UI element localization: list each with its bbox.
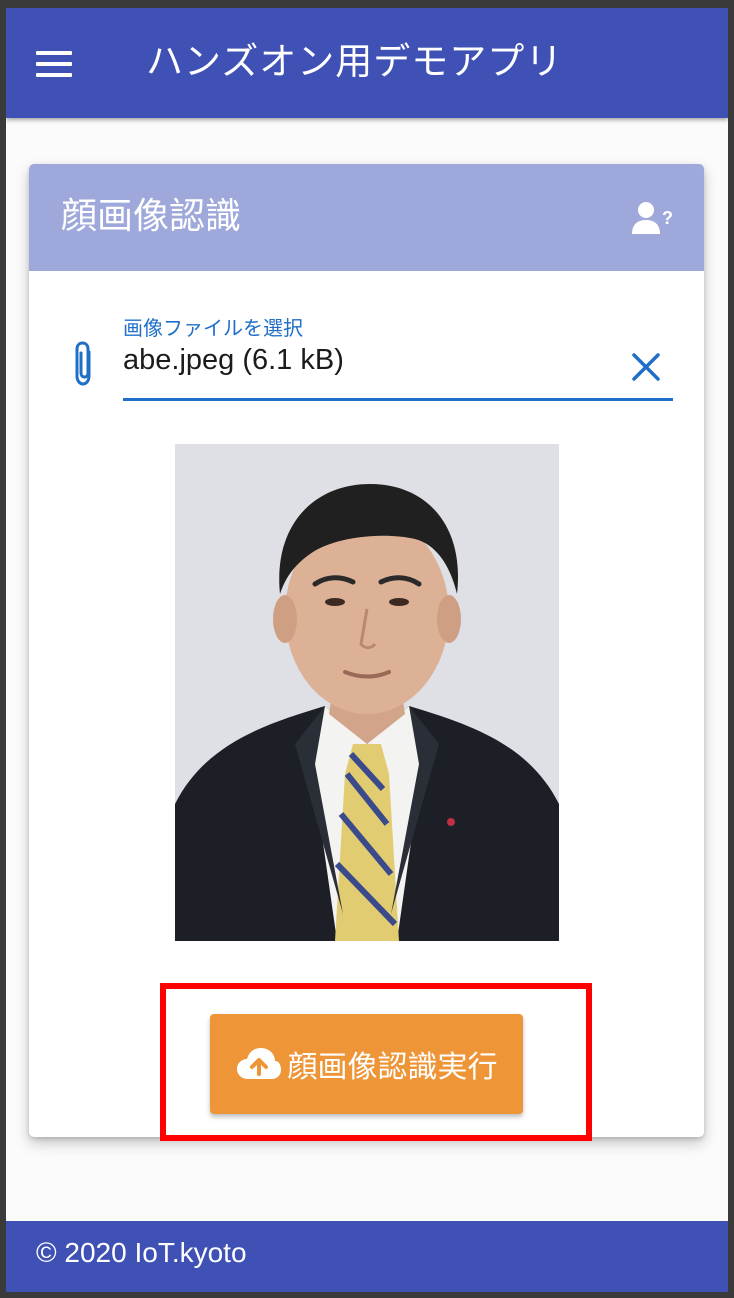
app-frame: ハンズオン用デモアプリ 顔画像認識 ? 画像ファイルを選択 abe.jpeg (… [6,8,728,1292]
paperclip-icon[interactable] [69,340,99,388]
file-input-value[interactable]: abe.jpeg (6.1 kB) [123,344,344,377]
footer: © 2020 IoT.kyoto [6,1221,728,1292]
menu-icon[interactable] [36,46,80,82]
file-input-underline [123,398,673,401]
cloud-upload-icon [236,1048,281,1079]
file-input-field[interactable]: 画像ファイルを選択 abe.jpeg (6.1 kB) [29,304,704,414]
portrait-photo [175,444,559,941]
card-header: 顔画像認識 ? [29,164,704,271]
menu-icon-bar [36,73,72,77]
card-title: 顔画像認識 [61,196,242,237]
app-bar: ハンズオン用デモアプリ [6,8,728,118]
menu-icon-bar [36,62,72,66]
run-recognition-button[interactable]: 顔画像認識実行 [210,1014,523,1114]
close-icon[interactable] [629,350,663,384]
portrait-illustration [175,444,559,941]
app-title: ハンズオン用デモアプリ [146,40,564,83]
menu-icon-bar [36,51,72,55]
footer-copyright: © 2020 IoT.kyoto [36,1237,247,1268]
file-input-label: 画像ファイルを選択 [123,316,303,340]
face-recognition-card: 顔画像認識 ? 画像ファイルを選択 abe.jpeg (6.1 kB) 顔画像認… [29,164,704,1137]
svg-text:?: ? [662,208,673,228]
face-help-icon[interactable]: ? [630,200,674,236]
run-button-wrap: 顔画像認識実行 [29,1014,704,1114]
run-button-label: 顔画像認識実行 [287,1050,498,1085]
